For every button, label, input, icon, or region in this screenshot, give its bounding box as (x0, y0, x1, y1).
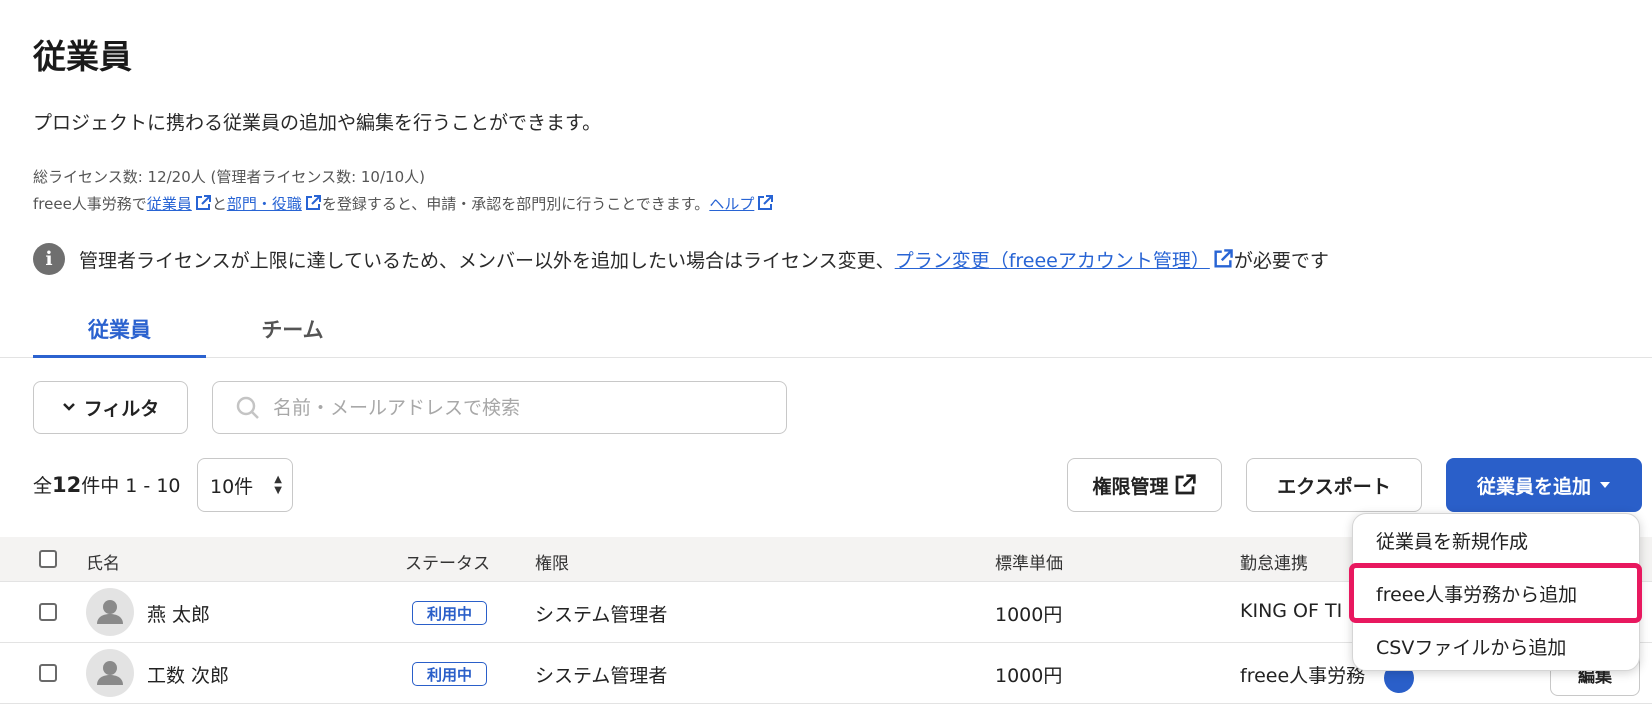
column-role: 権限 (535, 554, 569, 574)
per-page-value: 10件 (210, 475, 254, 498)
column-name: 氏名 (86, 554, 120, 574)
external-link-icon (1214, 248, 1233, 268)
column-status: ステータス (405, 554, 490, 574)
employee-attendance: freee人事労務 (1240, 665, 1366, 687)
row-checkbox[interactable] (39, 664, 57, 682)
status-badge: 利用中 (412, 601, 487, 625)
employee-link[interactable]: 従業員 (147, 195, 212, 213)
hr-note-mid2: を登録すると、申請・承認を部門別に行うことできます。 (321, 195, 710, 213)
page-title: 従業員 (33, 37, 132, 76)
tab-bar: 従業員 チーム (0, 292, 1652, 358)
tab-teams[interactable]: チーム (206, 314, 379, 358)
plan-change-link[interactable]: プラン変更（freeeアカウント管理） (895, 246, 1234, 273)
select-arrows-icon: ▲ ▼ (274, 474, 282, 496)
employee-role: システム管理者 (535, 604, 668, 626)
employee-price: 1000円 (995, 665, 1063, 687)
menu-item-import-csv[interactable]: CSVファイルから追加 (1353, 620, 1639, 672)
select-all-checkbox[interactable] (39, 550, 57, 568)
employee-attendance: KING OF TI (1240, 600, 1343, 622)
filter-button[interactable]: フィルタ (33, 381, 188, 434)
export-button[interactable]: エクスポート (1246, 458, 1422, 512)
column-attendance: 勤怠連携 (1240, 554, 1308, 574)
search-field[interactable] (212, 381, 787, 434)
employee-name: 燕 太郎 (147, 604, 211, 626)
column-price: 標準単価 (995, 554, 1063, 574)
menu-item-import-freee-hr[interactable]: freee人事労務から追加 (1353, 567, 1639, 619)
add-employee-button[interactable]: 従業員を追加 (1446, 458, 1642, 512)
permissions-button[interactable]: 権限管理 (1067, 458, 1222, 512)
search-icon (236, 396, 259, 419)
total-count: 12 (52, 473, 82, 497)
menu-item-create-new[interactable]: 従業員を新規作成 (1353, 514, 1639, 566)
row-checkbox[interactable] (39, 603, 57, 621)
external-link-icon (195, 195, 211, 210)
license-count: 総ライセンス数: 12/20人 (管理者ライセンス数: 10/10人) (33, 168, 425, 186)
hr-note-mid1: と (211, 195, 227, 213)
hr-integration-note: freee人事労務で従業員 と部門・役職 を登録すると、申請・承認を部門別に行うこと… (33, 193, 774, 214)
department-link[interactable]: 部門・役職 (227, 195, 322, 213)
notice-text: 管理者ライセンスが上限に達しているため、メンバー以外を追加したい場合はライセンス… (79, 249, 895, 272)
caret-down-icon (1600, 482, 1610, 488)
help-link[interactable]: ヘルプ (709, 195, 774, 213)
add-employee-menu: 従業員を新規作成 freee人事労務から追加 CSVファイルから追加 (1352, 513, 1640, 671)
license-limit-notice: i 管理者ライセンスが上限に達しているため、メンバー以外を追加したい場合はライセ… (33, 243, 1329, 275)
result-count: 全12件中 1 - 10 (33, 473, 181, 497)
per-page-select[interactable]: 10件 ▲ ▼ (197, 458, 293, 512)
external-link-icon (305, 195, 321, 210)
search-input[interactable] (273, 396, 773, 419)
employee-price: 1000円 (995, 604, 1063, 626)
notice-suffix: が必要です (1233, 249, 1329, 272)
page-description: プロジェクトに携わる従業員の追加や編集を行うことができます。 (33, 112, 602, 134)
employee-name: 工数 次郎 (147, 665, 230, 687)
external-link-icon (758, 195, 774, 210)
employee-role: システム管理者 (535, 665, 668, 687)
avatar (86, 588, 134, 636)
status-badge: 利用中 (412, 662, 487, 686)
filter-label: フィルタ (83, 398, 160, 420)
external-link-icon (1175, 474, 1196, 495)
chevron-down-icon (62, 400, 76, 416)
tab-employees[interactable]: 従業員 (33, 314, 206, 358)
info-icon: i (33, 243, 65, 275)
avatar (86, 649, 134, 697)
hr-note-prefix: freee人事労務で (33, 195, 147, 213)
